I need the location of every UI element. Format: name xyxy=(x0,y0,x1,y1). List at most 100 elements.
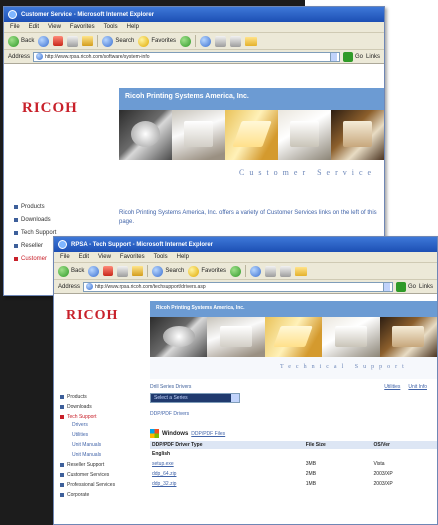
nav-item-products[interactable]: Products xyxy=(14,204,56,210)
nav-item-corporate[interactable]: Corporate xyxy=(60,492,115,498)
nav-item-reseller[interactable]: Reseller xyxy=(14,243,56,249)
series-select[interactable]: Select a Series xyxy=(150,393,240,403)
utilities-link[interactable]: Utilities xyxy=(384,384,400,390)
title-bar[interactable]: Customer Service - Microsoft Internet Ex… xyxy=(4,7,384,22)
menu-help[interactable]: Help xyxy=(177,254,189,260)
search-icon xyxy=(152,265,164,277)
driver-table: DDP/PDF Driver Type File Size OS/Ver Eng… xyxy=(150,441,437,489)
star-icon xyxy=(138,35,150,47)
menu-favorites[interactable]: Favorites xyxy=(70,24,95,30)
menu-view[interactable]: View xyxy=(48,24,61,30)
search-icon xyxy=(102,35,114,47)
print-icon[interactable] xyxy=(230,35,242,47)
toolbar-separator xyxy=(245,265,247,277)
menu-view[interactable]: View xyxy=(98,254,111,260)
subnav-item-drivers[interactable]: Drivers xyxy=(72,422,115,428)
back-button[interactable]: Back xyxy=(58,265,84,277)
history-icon[interactable] xyxy=(250,265,262,277)
photo-paper xyxy=(264,317,323,357)
folder-icon[interactable] xyxy=(295,266,308,276)
nav-item-tech-support[interactable]: Tech Support xyxy=(60,414,115,420)
nav-item-downloads[interactable]: Downloads xyxy=(60,404,115,410)
go-button[interactable]: Go xyxy=(395,281,416,292)
ricoh-logo[interactable]: RICOH xyxy=(66,308,118,324)
refresh-icon[interactable] xyxy=(67,35,79,47)
nav-item-customer[interactable]: Customer xyxy=(14,256,56,262)
nav-item-reseller-support[interactable]: Reseller Support xyxy=(60,462,115,468)
ricoh-logo[interactable]: RICOH xyxy=(22,100,78,117)
favorites-button[interactable]: Favorites xyxy=(138,35,176,47)
nav-item-tech-support[interactable]: Tech Support xyxy=(14,230,56,236)
nav-item-downloads[interactable]: Downloads xyxy=(14,217,56,223)
address-dropdown-icon[interactable] xyxy=(382,282,390,291)
links-button[interactable]: Links xyxy=(419,284,433,290)
os-version: 2003/XP xyxy=(373,471,393,477)
stop-icon[interactable] xyxy=(103,266,114,276)
title-bar[interactable]: RPSA - Tech Support - Microsoft Internet… xyxy=(54,237,437,252)
nav-item-products[interactable]: Products xyxy=(60,394,115,400)
menu-file[interactable]: File xyxy=(60,254,70,260)
ddp-files-link[interactable]: DDP/PDF Files xyxy=(191,431,225,437)
menu-edit[interactable]: Edit xyxy=(79,254,89,260)
search-button[interactable]: Search xyxy=(102,35,134,47)
toolbar-separator xyxy=(147,265,149,277)
unit-info-link[interactable]: Unit Info xyxy=(408,384,427,390)
menu-file[interactable]: File xyxy=(10,24,20,30)
back-arrow-icon xyxy=(8,35,19,47)
subnav-item-unit-manuals-2[interactable]: Unit Manuals xyxy=(72,452,115,458)
photo-printer xyxy=(207,317,265,357)
mail-icon[interactable] xyxy=(265,265,277,277)
menu-tools[interactable]: Tools xyxy=(104,24,118,30)
window-title: RPSA - Tech Support - Microsoft Internet… xyxy=(71,241,214,248)
address-dropdown-icon[interactable] xyxy=(329,52,337,61)
forward-arrow-icon[interactable] xyxy=(88,265,100,277)
bullet-icon xyxy=(14,257,18,261)
forward-arrow-icon[interactable] xyxy=(38,35,50,47)
back-button[interactable]: Back xyxy=(8,35,35,47)
go-button[interactable]: Go xyxy=(342,51,363,62)
menu-favorites[interactable]: Favorites xyxy=(120,254,145,260)
mail-icon[interactable] xyxy=(215,35,227,47)
refresh-icon[interactable] xyxy=(117,265,129,277)
menu-tools[interactable]: Tools xyxy=(154,254,168,260)
address-input[interactable]: http://www.rpsa.ricoh.com/techsupport/dr… xyxy=(83,281,393,292)
toolbar: Back Search Favorites xyxy=(4,33,384,50)
menu-edit[interactable]: Edit xyxy=(29,24,39,30)
photo-paper xyxy=(225,110,278,160)
page-content: RICOH Products Downloads Tech Support Dr… xyxy=(54,294,437,524)
go-label: Go xyxy=(407,283,416,290)
nav-item-customer-services[interactable]: Customer Services xyxy=(60,472,115,478)
driver-link[interactable]: ddp_32.zip xyxy=(150,479,304,489)
ddp-drivers-link[interactable]: DDP/PDF Drivers xyxy=(150,411,437,417)
address-input[interactable]: http://www.rpsa.ricoh.com/software/syste… xyxy=(33,51,340,62)
ie-icon xyxy=(8,10,17,19)
nav-label: Customer xyxy=(21,256,48,262)
history-icon[interactable] xyxy=(200,35,212,47)
table-row: setup.exe 3MB Vista xyxy=(150,459,437,469)
media-icon[interactable] xyxy=(180,35,192,47)
page-icon xyxy=(86,283,94,290)
bullet-icon xyxy=(14,244,18,248)
media-icon[interactable] xyxy=(230,265,242,277)
back-label: Back xyxy=(21,38,35,44)
menu-bar: File Edit View Favorites Tools Help xyxy=(4,22,384,33)
home-icon[interactable] xyxy=(132,266,144,276)
driver-link[interactable]: setup.exe xyxy=(150,459,304,469)
header-links: Utilities Unit Info xyxy=(384,384,427,390)
links-button[interactable]: Links xyxy=(366,54,380,60)
favorites-button[interactable]: Favorites xyxy=(188,265,226,277)
table-header-row: DDP/PDF Driver Type File Size OS/Ver xyxy=(150,441,437,449)
folder-icon[interactable] xyxy=(245,36,258,46)
left-sidebar: RICOH Products Downloads Tech Support Dr… xyxy=(54,294,134,524)
driver-link[interactable]: ddp_64.zip xyxy=(150,469,304,479)
nav-item-professional-services[interactable]: Professional Services xyxy=(60,482,115,488)
bullet-icon xyxy=(14,218,18,222)
stop-icon[interactable] xyxy=(53,36,64,46)
subnav-item-utilities[interactable]: Utilities xyxy=(72,432,115,438)
search-button[interactable]: Search xyxy=(152,265,184,277)
home-icon[interactable] xyxy=(82,36,94,46)
print-icon[interactable] xyxy=(280,265,292,277)
menu-help[interactable]: Help xyxy=(127,24,139,30)
subnav-item-unit-manuals[interactable]: Unit Manuals xyxy=(72,442,115,448)
left-nav: Products Downloads Tech Support Drivers … xyxy=(60,394,115,502)
